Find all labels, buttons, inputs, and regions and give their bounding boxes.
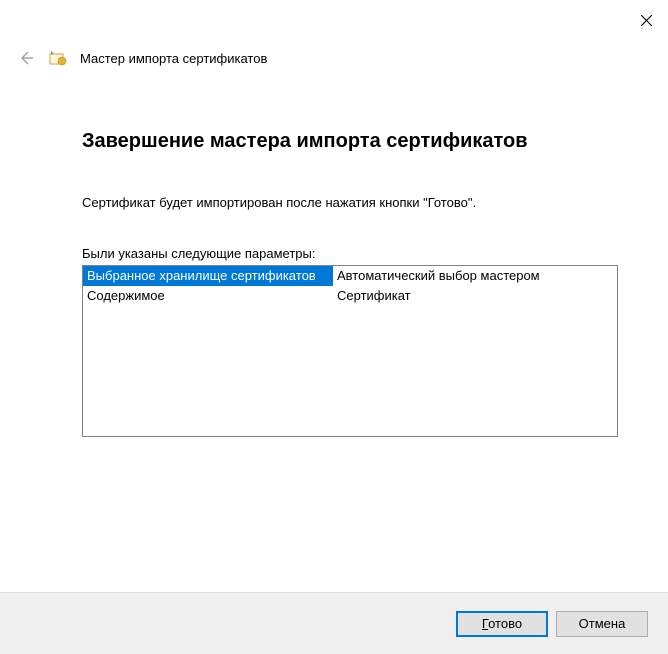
close-button[interactable]	[630, 6, 662, 34]
page-heading: Завершение мастера импорта сертификатов	[82, 130, 618, 153]
table-row[interactable]: Выбранное хранилище сертификатовАвтомати…	[83, 266, 617, 286]
description-text: Сертификат будет импортирован после нажа…	[82, 195, 618, 210]
wizard-title: Мастер импорта сертификатов	[80, 51, 267, 66]
back-arrow-icon	[18, 50, 34, 66]
parameters-table: Выбранное хранилище сертификатовАвтомати…	[83, 266, 617, 306]
finish-button[interactable]: Готово	[456, 611, 548, 637]
param-value-cell: Автоматический выбор мастером	[333, 266, 617, 286]
param-name-cell: Содержимое	[83, 286, 333, 306]
param-name-cell: Выбранное хранилище сертификатов	[83, 266, 333, 286]
param-value-cell: Сертификат	[333, 286, 617, 306]
certificate-wizard-icon	[48, 48, 68, 68]
footer-bar: Готово Отмена	[0, 592, 668, 654]
close-icon	[641, 15, 652, 26]
back-button[interactable]	[16, 48, 36, 68]
parameters-box: Выбранное хранилище сертификатовАвтомати…	[82, 265, 618, 437]
table-row[interactable]: СодержимоеСертификат	[83, 286, 617, 306]
header-bar: Мастер импорта сертификатов	[16, 48, 267, 68]
cancel-button[interactable]: Отмена	[556, 611, 648, 637]
finish-label-rest: отово	[488, 616, 522, 631]
params-label: Были указаны следующие параметры:	[82, 246, 618, 261]
wizard-body: Завершение мастера импорта сертификатов …	[82, 130, 618, 437]
